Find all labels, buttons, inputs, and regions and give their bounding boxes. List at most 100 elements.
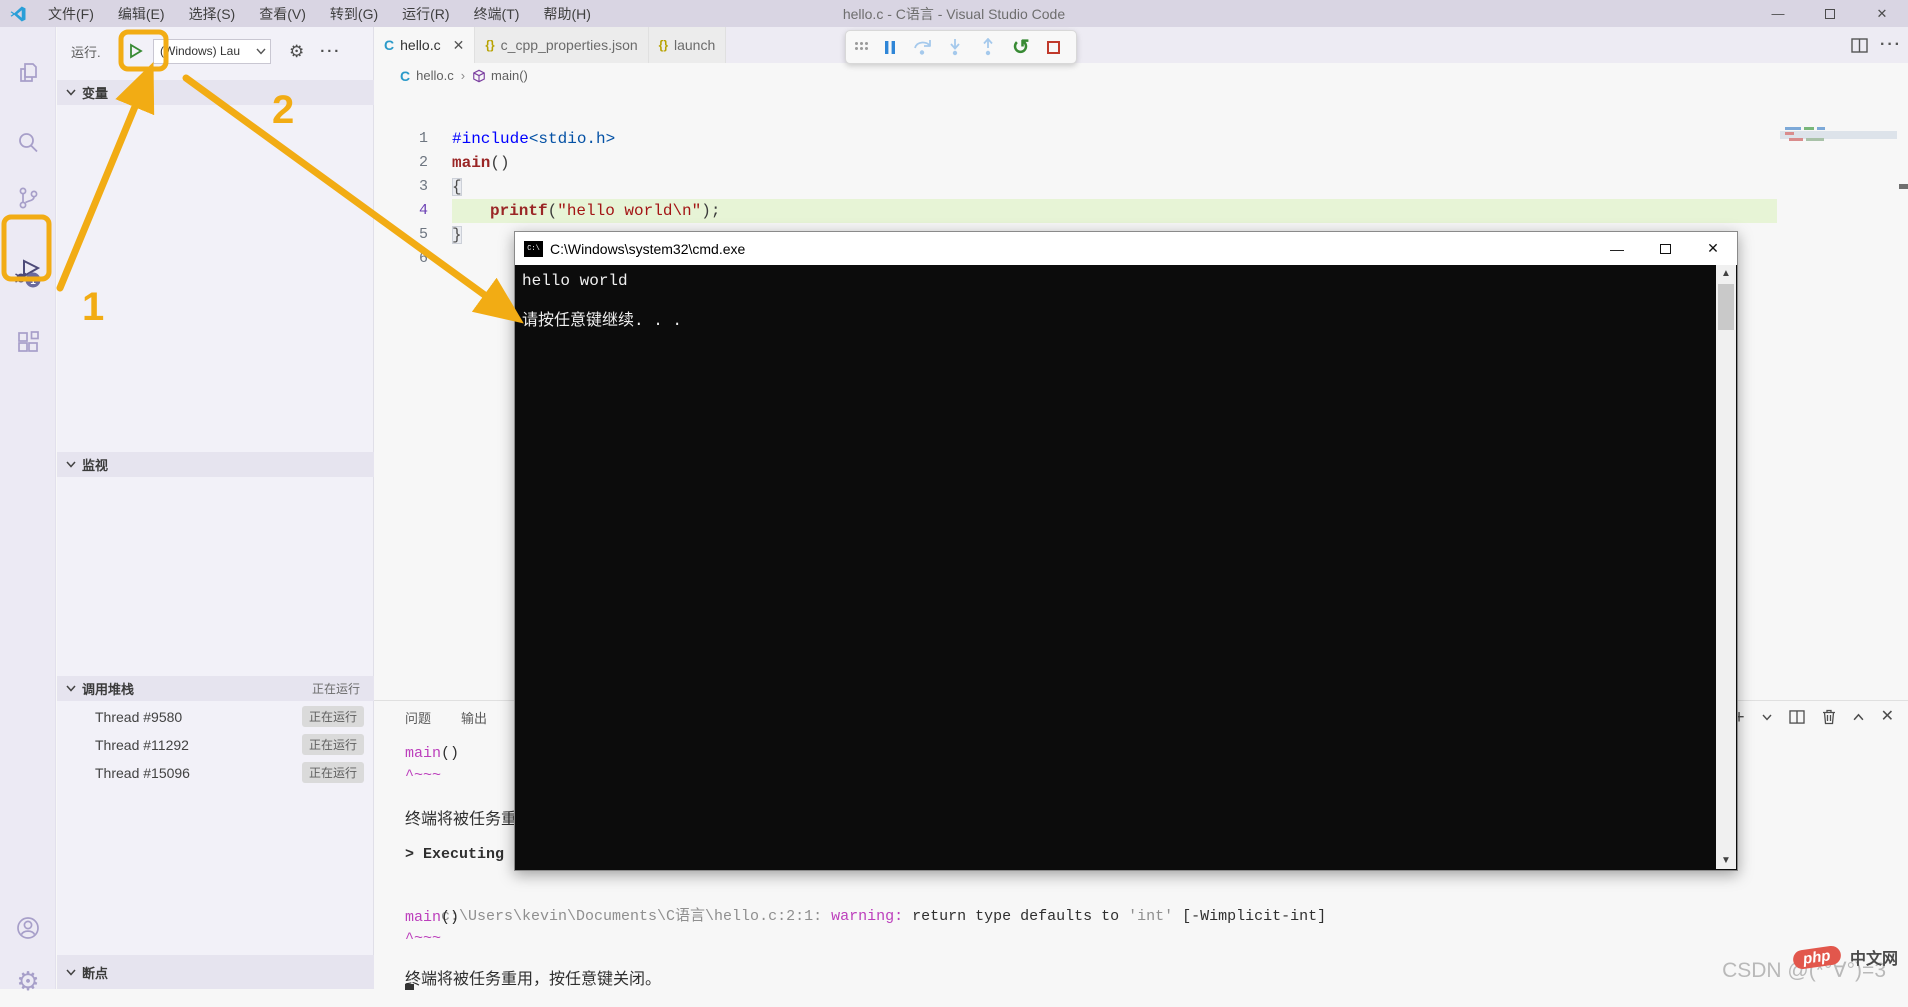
minimize-button[interactable]: — (1752, 0, 1804, 27)
cmd-maximize-button[interactable] (1641, 232, 1689, 265)
code-token: #include (452, 130, 529, 148)
breadcrumb-file[interactable]: hello.c (416, 68, 454, 83)
account-icon[interactable] (0, 902, 56, 954)
split-terminal-icon[interactable] (1788, 710, 1805, 724)
split-editor-icon[interactable] (1851, 37, 1868, 53)
code-token: () (490, 154, 510, 172)
output-token: main (405, 745, 442, 762)
tab-output[interactable]: 输出 (461, 708, 487, 727)
cmd-close-button[interactable]: ✕ (1689, 232, 1737, 265)
cmd-window[interactable]: C:\ C:\Windows\system32\cmd.exe — ✕ hell… (514, 231, 1738, 871)
cmd-app-icon: C:\ (524, 240, 543, 257)
minimap[interactable] (1780, 119, 1897, 419)
json-file-icon: {} (658, 38, 668, 52)
menu-run[interactable]: 运行(R) (391, 1, 460, 27)
activity-bar: 1 ⚙ (0, 27, 56, 994)
step-out-button[interactable] (975, 34, 1001, 60)
maximize-panel-icon[interactable] (1853, 713, 1864, 721)
breadcrumb-separator: › (460, 68, 466, 83)
launch-config-dropdown[interactable]: (Windows) Lau (153, 38, 271, 64)
thread-status-badge: 正在运行 (301, 762, 364, 783)
debug-badge: 1 (30, 276, 36, 287)
cmd-content[interactable]: hello world 请按任意键继续. . . (515, 265, 1716, 870)
cmd-window-controls: — ✕ (1593, 232, 1737, 265)
scroll-down-icon[interactable]: ▼ (1716, 852, 1736, 869)
thread-row[interactable]: Thread #9580 正在运行 (57, 703, 374, 730)
thread-name: Thread #9580 (95, 708, 183, 725)
tab-label: hello.c (400, 37, 441, 53)
kill-terminal-trash-icon[interactable] (1822, 709, 1836, 725)
watermark: CSDN @(*°∀°)=3 php 中文网 (1668, 941, 1898, 985)
menu-file[interactable]: 文件(F) (37, 1, 105, 27)
thread-row[interactable]: Thread #11292 正在运行 (57, 731, 374, 758)
menu-selection[interactable]: 选择(S) (178, 1, 247, 27)
line-number-current: 4 (418, 202, 428, 219)
output-token: () (441, 745, 460, 762)
source-control-icon[interactable] (0, 172, 56, 224)
editor-actions: ··· (1851, 27, 1902, 63)
breadcrumb-symbol[interactable]: main() (491, 68, 528, 83)
debug-sidebar: 运行.. (Windows) Lau ⚙ ··· 变量 监视 调用堆栈 正在运行… (57, 27, 374, 989)
terminal-cursor (405, 984, 414, 990)
output-token: [-Wimplicit-int] (1173, 908, 1327, 925)
section-breakpoints-label: 断点 (82, 965, 109, 981)
c-file-icon: C (400, 67, 411, 84)
tab-close-icon[interactable]: ✕ (453, 37, 465, 54)
cmd-minimize-button[interactable]: — (1593, 232, 1641, 265)
overview-ruler-marker (1899, 184, 1908, 189)
section-variables-label: 变量 (82, 86, 109, 101)
thread-row[interactable]: Thread #15096 正在运行 (57, 759, 374, 786)
menu-terminal[interactable]: 终端(T) (463, 1, 531, 27)
panel-tabs: 问题 输出 (405, 701, 487, 733)
settings-gear-icon[interactable]: ⚙ (0, 955, 56, 1007)
section-variables[interactable]: 变量 (57, 80, 374, 105)
cmd-prompt-line: 请按任意键继续. . . (522, 312, 683, 330)
stop-button[interactable] (1041, 34, 1067, 60)
cmd-title-bar[interactable]: C:\ C:\Windows\system32\cmd.exe — ✕ (515, 232, 1737, 265)
launch-config-value: (Windows) Lau (160, 44, 241, 58)
thread-status-badge: 正在运行 (301, 734, 364, 755)
c-file-icon: C (384, 37, 395, 53)
terminal-dropdown-icon[interactable] (1762, 714, 1772, 721)
search-icon[interactable] (0, 117, 56, 169)
tab-c-cpp-properties[interactable]: {} c_cpp_properties.json (475, 27, 649, 63)
output-token: 'int' (1128, 908, 1174, 925)
line-number: 6 (418, 250, 428, 267)
cmd-window-title: C:\Windows\system32\cmd.exe (550, 240, 746, 257)
breadcrumb: C hello.c › main() (374, 63, 1908, 88)
cmd-scrollbar[interactable]: ▲ ▼ (1716, 265, 1736, 869)
start-debug-button[interactable] (123, 38, 149, 64)
close-panel-icon[interactable]: ✕ (1881, 709, 1894, 725)
section-breakpoints[interactable]: 断点 (57, 955, 374, 989)
section-call-stack[interactable]: 调用堆栈 正在运行 (57, 676, 374, 701)
scrollbar-thumb[interactable] (1718, 284, 1734, 330)
configure-gear-icon[interactable]: ⚙ (289, 43, 304, 60)
symbol-method-icon (473, 69, 485, 82)
section-watch[interactable]: 监视 (57, 452, 374, 477)
output-squiggle: ^~~~ (405, 767, 442, 784)
pause-button[interactable] (877, 34, 903, 60)
tab-problems[interactable]: 问题 (405, 708, 431, 727)
menu-goto[interactable]: 转到(G) (319, 1, 389, 27)
close-button[interactable]: ✕ (1856, 0, 1908, 27)
explorer-icon[interactable] (0, 47, 56, 99)
chevron-down-icon (256, 48, 266, 55)
menu-view[interactable]: 查看(V) (248, 1, 317, 27)
menu-edit[interactable]: 编辑(E) (107, 1, 176, 27)
maximize-button[interactable] (1804, 0, 1856, 27)
restart-button[interactable]: ↺ (1008, 34, 1034, 60)
tab-hello-c[interactable]: C hello.c ✕ (374, 27, 476, 63)
drag-grip-icon[interactable] (855, 42, 870, 52)
line-number: 2 (418, 154, 428, 171)
tab-launch-json[interactable]: {} launch (648, 27, 727, 63)
scroll-up-icon[interactable]: ▲ (1716, 265, 1736, 282)
more-actions-icon[interactable]: ··· (1880, 36, 1902, 54)
step-into-button[interactable] (942, 34, 968, 60)
menu-help[interactable]: 帮助(H) (532, 1, 601, 27)
extensions-icon[interactable] (0, 317, 56, 369)
run-debug-icon[interactable]: 1 (0, 247, 56, 299)
step-over-button[interactable] (910, 34, 936, 60)
thread-name: Thread #11292 (95, 736, 189, 753)
more-actions-icon[interactable]: ··· (320, 43, 341, 60)
executing-task-line: > Executing t (405, 846, 523, 863)
